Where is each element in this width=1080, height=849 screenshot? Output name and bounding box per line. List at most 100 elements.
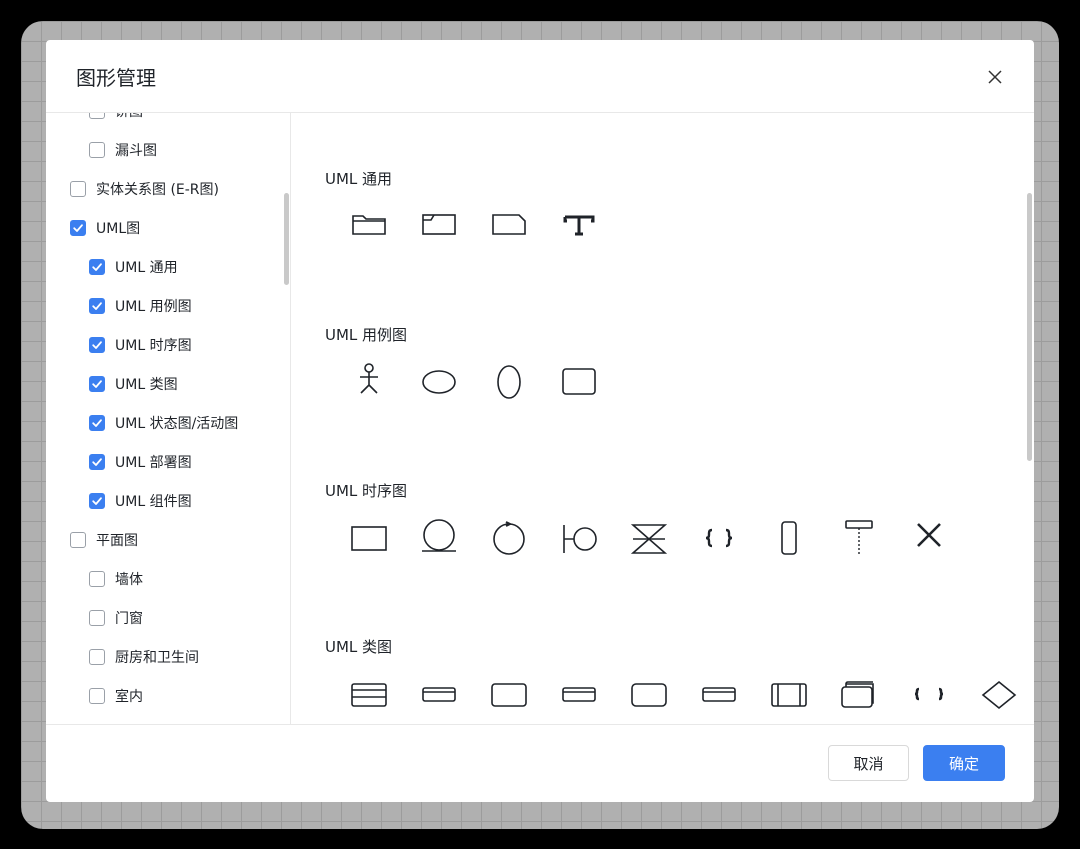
checkbox[interactable] (70, 532, 86, 548)
tree-item-label: UML 时序图 (115, 338, 192, 354)
checkbox[interactable] (89, 610, 105, 626)
bar2-shape[interactable] (699, 674, 739, 714)
tree-item[interactable]: UML图 (70, 218, 140, 238)
tree-item[interactable]: 门窗 (89, 608, 143, 628)
system-boundary-icon (562, 368, 596, 395)
tree-item[interactable]: UML 用例图 (89, 296, 192, 316)
checkmark-icon (92, 497, 102, 505)
folder-icon (352, 215, 386, 235)
use-case-ellipse-shape[interactable] (419, 362, 459, 402)
activation-bar-shape[interactable] (769, 518, 809, 558)
tree-item-label: 实体关系图 (E-R图) (96, 182, 219, 198)
folder-shape[interactable] (349, 206, 389, 246)
checkmark-icon (92, 419, 102, 427)
vertical-ellipse-icon (497, 365, 521, 399)
tree-item[interactable]: 平面图 (70, 530, 138, 550)
entity-shape[interactable] (419, 518, 459, 558)
diamond-icon (981, 680, 1017, 710)
tree-item[interactable]: UML 通用 (89, 257, 178, 277)
tree-scrollbar[interactable] (284, 193, 289, 285)
checkbox[interactable] (89, 571, 105, 587)
tree-item-label: UML 状态图/活动图 (115, 416, 239, 432)
destroy-shape[interactable] (909, 518, 949, 558)
tree-item[interactable]: 饼图 (89, 113, 143, 121)
tab-frame-icon (422, 214, 456, 235)
system-boundary-shape[interactable] (559, 362, 599, 402)
section-title: UML 通用 (325, 170, 393, 188)
shape-library[interactable]: UML 通用 UML 用例图 UML 时序图 UML 类图 (291, 113, 1034, 724)
braces-small-icon (914, 687, 944, 701)
tree-item[interactable]: 墙体 (89, 569, 143, 589)
checkbox-checked[interactable] (70, 220, 86, 236)
checkmark-icon (92, 458, 102, 466)
tree-item[interactable]: UML 组件图 (89, 491, 192, 511)
tab-frame-shape[interactable] (419, 206, 459, 246)
class-shape[interactable] (349, 674, 389, 714)
checkbox-checked[interactable] (89, 337, 105, 353)
component-shape[interactable] (769, 674, 809, 714)
checkbox[interactable] (70, 181, 86, 197)
checkbox[interactable] (89, 113, 105, 119)
boundary-icon (563, 525, 597, 553)
diamond-shape[interactable] (979, 674, 1019, 714)
rounded-rect-shape[interactable] (629, 674, 669, 714)
object-shape[interactable] (349, 518, 389, 558)
checkbox-checked[interactable] (89, 376, 105, 392)
note-shape[interactable] (489, 206, 529, 246)
tree-item-label: 墙体 (115, 572, 143, 588)
close-icon (988, 70, 1002, 84)
rect-shape[interactable] (489, 674, 529, 714)
checkbox[interactable] (89, 649, 105, 665)
hourglass-icon (630, 524, 668, 554)
tree-item-label: UML 通用 (115, 260, 178, 276)
section-title: UML 时序图 (325, 482, 408, 500)
tree-item-label: UML 类图 (115, 377, 178, 393)
checkbox-checked[interactable] (89, 454, 105, 470)
control-shape[interactable] (489, 518, 529, 558)
tree-item[interactable]: UML 类图 (89, 374, 178, 394)
tree-item[interactable]: 室内 (89, 686, 143, 706)
braces-small-shape[interactable] (909, 674, 949, 714)
tree-item-label: UML图 (96, 221, 141, 237)
checkbox-checked[interactable] (89, 259, 105, 275)
bar-shape[interactable] (559, 674, 599, 714)
close-button[interactable] (980, 62, 1010, 92)
tree-item[interactable]: UML 部署图 (89, 452, 192, 472)
control-icon (493, 521, 525, 555)
interface-bar-shape[interactable] (419, 674, 459, 714)
text-shape[interactable] (559, 206, 599, 246)
category-tree[interactable]: 饼图漏斗图实体关系图 (E-R图) UML图 UML 通用 UML 用例图 UML 时序… (46, 113, 291, 724)
tree-item[interactable]: UML 时序图 (89, 335, 192, 355)
cancel-button[interactable]: 取消 (828, 745, 909, 781)
lifeline-shape[interactable] (839, 518, 879, 558)
rounded-rect-icon (631, 683, 667, 707)
dialog-footer: 取消 确定 (46, 724, 1034, 802)
entity-icon (422, 519, 456, 552)
interface-bar-icon (422, 687, 456, 702)
library-scrollbar[interactable] (1027, 193, 1032, 461)
tree-item[interactable]: 厨房和卫生间 (89, 647, 199, 667)
tree-item-label: 漏斗图 (115, 143, 157, 159)
class-icon (351, 683, 387, 707)
tree-item[interactable]: 漏斗图 (89, 140, 157, 160)
checkbox-checked[interactable] (89, 415, 105, 431)
shape-manager-dialog: 图形管理 饼图漏斗图实体关系图 (E-R图)UML图UML 通用UML 用例图U… (46, 40, 1034, 802)
braces-shape[interactable] (699, 518, 739, 558)
checkbox[interactable] (89, 142, 105, 158)
note-icon (492, 214, 526, 235)
checkbox-checked[interactable] (89, 298, 105, 314)
checkbox-checked[interactable] (89, 493, 105, 509)
hourglass-shape[interactable] (629, 518, 669, 558)
section-title: UML 用例图 (325, 326, 408, 344)
boundary-shape[interactable] (559, 518, 599, 558)
confirm-button[interactable]: 确定 (923, 745, 1005, 781)
stacked-shape[interactable] (839, 674, 879, 714)
tree-item[interactable]: 实体关系图 (E-R图) (70, 179, 219, 199)
section-title: UML 类图 (325, 638, 393, 656)
checkmark-icon (92, 341, 102, 349)
actor-shape[interactable] (349, 362, 389, 402)
checkbox[interactable] (89, 688, 105, 704)
tree-item[interactable]: UML 状态图/活动图 (89, 413, 238, 433)
vertical-ellipse-shape[interactable] (489, 362, 529, 402)
checkmark-icon (92, 380, 102, 388)
